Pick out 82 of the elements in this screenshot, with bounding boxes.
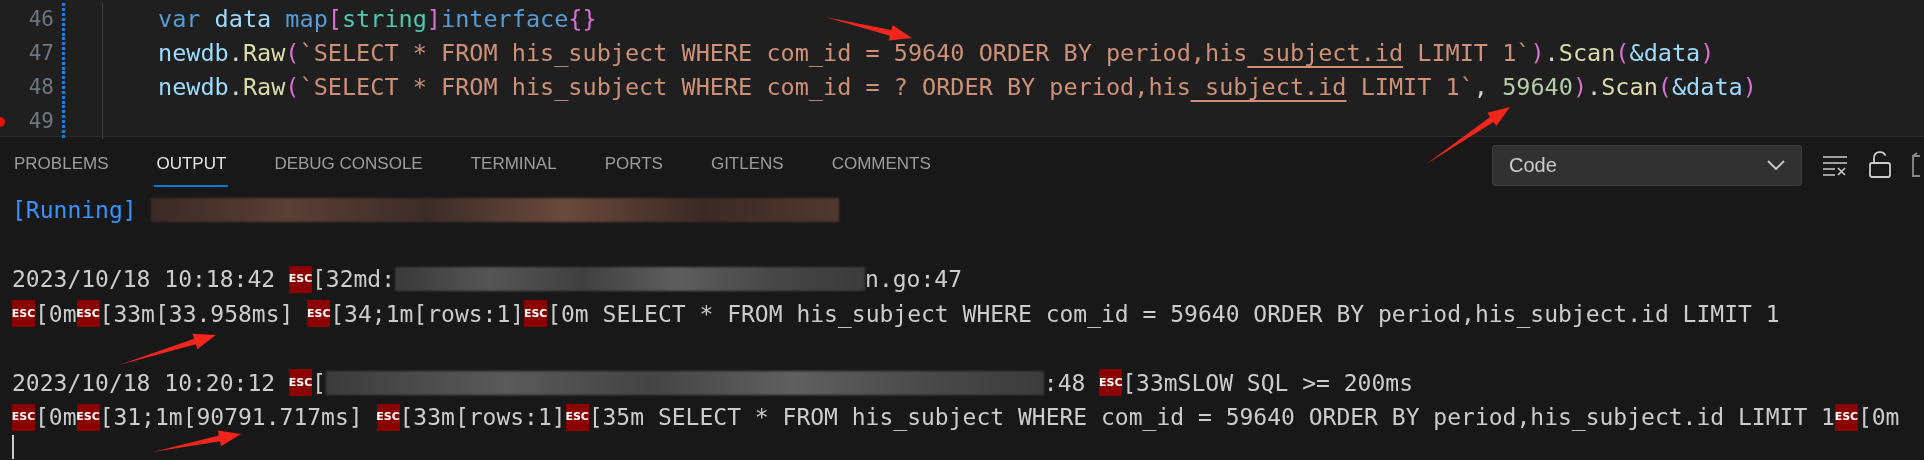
- log-text: [0m: [35, 299, 77, 329]
- number-literal: 59640: [1502, 73, 1573, 102]
- bracket-token: {}: [568, 5, 597, 34]
- keyword-token: interface: [441, 5, 569, 34]
- log-text: [31;1m[90791.717ms]: [99, 403, 364, 432]
- log-text: n.go:47: [865, 265, 962, 294]
- escape-char-badge: ESC: [524, 300, 548, 328]
- line-number: 48: [27, 74, 54, 102]
- escape-char-badge: ESC: [565, 403, 589, 431]
- function-token: Raw: [242, 73, 286, 102]
- escape-char-badge: ESC: [1834, 403, 1858, 431]
- log-text: [33m[rows:1]: [399, 403, 566, 432]
- channel-dropdown[interactable]: Code: [1492, 144, 1802, 186]
- log-text: 2023/10/18 10:20:12: [12, 368, 277, 398]
- bracket-token: ): [1742, 73, 1757, 102]
- bracket-token: ): [1700, 39, 1715, 68]
- code-text: .: [1544, 39, 1559, 68]
- bracket-token: (: [1615, 39, 1630, 68]
- panel-tab[interactable]: TERMINAL: [468, 143, 559, 187]
- escape-char-badge: ESC: [1099, 369, 1123, 397]
- flagged-string-literal: _subject.id: [1247, 39, 1404, 68]
- text-cursor: [12, 434, 14, 459]
- function-token: Raw: [242, 39, 286, 68]
- unlock-icon[interactable]: [1868, 151, 1892, 179]
- bracket-token: (: [1657, 73, 1672, 102]
- log-text: 2023/10/18 10:18:42: [12, 265, 277, 294]
- chevron-down-icon: [1767, 160, 1785, 170]
- log-text: [0m: [35, 403, 77, 432]
- log-text: [32md:: [311, 265, 396, 294]
- keyword-token: var: [158, 5, 201, 34]
- identifier-token: newdb: [158, 39, 229, 68]
- escape-char-badge: ESC: [76, 403, 100, 431]
- bracket-token: (: [285, 73, 300, 102]
- panel-tab[interactable]: PROBLEMS: [12, 143, 111, 187]
- function-token: Scan: [1601, 73, 1658, 102]
- escape-char-badge: ESC: [12, 300, 35, 328]
- escape-char-badge: ESC: [288, 265, 312, 293]
- identifier-token: data: [213, 5, 272, 34]
- string-literal: LIMIT 1`: [1416, 39, 1531, 68]
- escape-char-badge: ESC: [76, 300, 100, 328]
- dropdown-value: Code: [1509, 153, 1558, 178]
- flagged-string-literal: _subject.id: [1190, 73, 1347, 102]
- log-text: [33m[33.958ms]: [99, 299, 295, 329]
- string-literal: `SELECT * FROM his_subject WHERE com_id = ? ORDER BY period,his: [299, 73, 1191, 102]
- bracket-token: ): [1530, 39, 1545, 68]
- panel-tab[interactable]: OUTPUT: [154, 143, 229, 187]
- string-literal: `SELECT * FROM his_subject WHERE com_id = 59640 ORDER BY period,his: [299, 39, 1248, 68]
- bracket-token: ): [1572, 73, 1588, 102]
- code-text: ,: [1473, 73, 1489, 102]
- escape-char-badge: ESC: [288, 369, 312, 397]
- function-token: Scan: [1558, 39, 1616, 68]
- panel-tab[interactable]: PORTS: [602, 143, 665, 187]
- log-text: [: [311, 368, 326, 398]
- identifier-token: newdb: [158, 73, 229, 102]
- log-text: [0m: [1857, 403, 1900, 432]
- log-text: [33mSLOW SQL >= 200ms: [1122, 368, 1413, 398]
- log-text: [0m SELECT * FROM his_subject WHERE com_id = 59640 ORDER BY period,his_subject.id LIMIT 1: [547, 299, 1780, 330]
- log-text: [34;1m[rows:1]: [330, 299, 525, 329]
- status-text: [Running]: [12, 196, 137, 225]
- bracket-token: [: [327, 5, 342, 34]
- clear-output-icon[interactable]: [1822, 154, 1848, 176]
- escape-char-badge: ESC: [376, 403, 400, 431]
- line-number: 47: [27, 40, 54, 68]
- log-text: [35m SELECT * FROM his_subject WHERE com_id = 59640 ORDER BY period,his_subject.id LIMIT 1: [588, 403, 1835, 433]
- line-number: 46: [27, 6, 54, 34]
- type-token: string: [341, 5, 427, 34]
- identifier-token: &data: [1629, 39, 1701, 68]
- string-literal: LIMIT 1`: [1359, 73, 1474, 102]
- code-text: .: [228, 73, 243, 102]
- escape-char-badge: ESC: [12, 403, 35, 431]
- code-text: .: [1587, 73, 1602, 102]
- escape-char-badge: ESC: [307, 300, 331, 328]
- panel-tab[interactable]: GITLENS: [708, 143, 786, 187]
- keyword-token: map: [284, 5, 328, 34]
- bracket-token: ]: [426, 5, 441, 34]
- code-text: .: [228, 39, 243, 68]
- log-text: :48: [1043, 368, 1087, 398]
- panel-tab[interactable]: COMMENTS: [829, 143, 933, 187]
- line-number: 49: [27, 108, 54, 136]
- panel-tab[interactable]: DEBUG CONSOLE: [272, 143, 425, 187]
- identifier-token: &data: [1671, 73, 1743, 102]
- bracket-token: (: [285, 39, 300, 68]
